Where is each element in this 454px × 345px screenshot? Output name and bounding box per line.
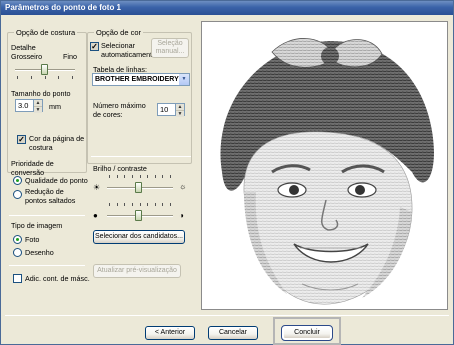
contrast-slider-ticks xyxy=(109,203,171,206)
chevron-down-icon[interactable]: ▼ xyxy=(179,74,189,85)
image-photo-radio[interactable] xyxy=(13,235,22,244)
spin-down-icon[interactable]: ▼ xyxy=(34,107,42,113)
stitch-size-unit: mm xyxy=(49,102,61,111)
thread-table-select[interactable]: BROTHER EMBROIDERY ▼ xyxy=(92,73,190,86)
contrast-low-icon: ● xyxy=(93,211,98,220)
brightness-slider-thumb[interactable] xyxy=(135,182,142,193)
priority-reduce-label: Redução de pontos saltados xyxy=(25,187,76,205)
spin-up-icon[interactable]: ▲ xyxy=(176,104,184,111)
separator xyxy=(91,156,191,157)
max-colors-input[interactable]: 10 xyxy=(157,103,176,116)
detail-slider-thumb[interactable] xyxy=(41,64,48,75)
mask-outline-label: Adic. cont. de másc. xyxy=(25,274,90,283)
brightness-contrast-label: Brilho / contraste xyxy=(93,164,147,173)
separator xyxy=(9,265,85,266)
window-title: Parâmetros do ponto de foto 1 xyxy=(1,1,453,15)
mask-outline-checkbox[interactable] xyxy=(13,274,22,283)
stitch-size-spinner[interactable]: 3.0 ▲ ▼ xyxy=(15,99,43,113)
fine-label: Fino xyxy=(63,52,77,61)
coarse-label: Grosseiro xyxy=(11,52,43,61)
image-drawing-label: Desenho xyxy=(25,248,54,257)
spin-up-icon[interactable]: ▲ xyxy=(34,100,42,107)
select-candidates-button[interactable]: Selecionar dos candidatos... xyxy=(93,230,185,244)
max-colors-label: Número máximo de cores: xyxy=(93,101,146,119)
page-color-checkbox[interactable]: ✓ xyxy=(17,135,26,144)
brightness-low-icon: ☀ xyxy=(93,183,101,192)
separator xyxy=(9,215,85,216)
contrast-high-icon: ◑ xyxy=(179,211,184,220)
stitch-size-input[interactable]: 3.0 xyxy=(15,99,34,112)
image-photo-label: Foto xyxy=(25,235,40,244)
sewing-option-legend: Opção de costura xyxy=(14,28,78,37)
max-colors-spin-arrows[interactable]: ▲ ▼ xyxy=(176,103,185,117)
priority-quality-radio[interactable] xyxy=(13,176,22,185)
dialog-client: Opção de costura Detalhe Grosseiro Fino … xyxy=(1,15,453,345)
color-option-legend: Opção de cor xyxy=(94,28,144,37)
image-type-label: Tipo de imagem xyxy=(11,221,63,230)
contrast-slider-thumb[interactable] xyxy=(135,210,142,221)
embroidered-portrait-image xyxy=(202,22,447,309)
image-drawing-radio[interactable] xyxy=(13,248,22,257)
cancel-button[interactable]: Cancelar xyxy=(208,326,258,340)
page-color-label: Cor da página de costura xyxy=(29,134,85,152)
auto-select-checkbox[interactable]: ✓ xyxy=(90,42,99,51)
brightness-slider-ticks xyxy=(109,175,171,178)
priority-reduce-radio[interactable] xyxy=(13,190,22,199)
priority-quality-label: Qualidade do ponto xyxy=(25,176,88,185)
back-button[interactable]: < Anterior xyxy=(145,326,195,340)
brightness-high-icon: ☼ xyxy=(179,182,187,191)
spin-down-icon[interactable]: ▼ xyxy=(176,111,184,117)
stitch-size-spin-arrows[interactable]: ▲ ▼ xyxy=(34,99,43,113)
finish-button[interactable]: Concluir xyxy=(281,325,333,341)
stitch-size-label: Tamanho do ponto xyxy=(11,89,71,98)
thread-table-value: BROTHER EMBROIDERY xyxy=(95,76,179,83)
priority-label: Prioridade de conversão xyxy=(11,159,54,177)
auto-select-label: Selecionar automaticamente xyxy=(101,41,157,59)
detail-label: Detalhe xyxy=(11,43,36,52)
photo-stitch-dialog: Parâmetros do ponto de foto 1 Opção de c… xyxy=(0,0,454,345)
max-colors-spinner[interactable]: 10 ▲ ▼ xyxy=(157,103,185,117)
manual-select-button[interactable]: Seleção manual... xyxy=(151,38,189,58)
update-preview-button[interactable]: Atualizar pré-visualização xyxy=(93,264,181,278)
photo-preview xyxy=(201,21,448,310)
detail-slider-ticks xyxy=(17,76,73,79)
footer-separator xyxy=(5,315,449,316)
